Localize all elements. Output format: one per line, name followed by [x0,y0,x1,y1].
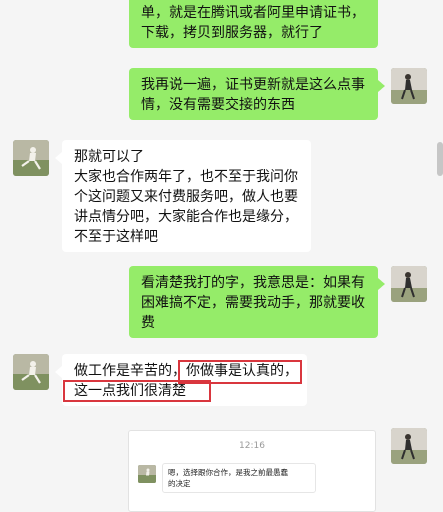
message-text-line: 情，没有需要交接的东西 [141,97,295,113]
my-avatar[interactable] [391,266,427,302]
message-text-line: 个这问题又来付费服务吧，做人也要 [74,189,298,205]
received-message-bubble[interactable]: 做工作是辛苦的，你做事是认真的， 这一点我们很清楚 [62,354,307,406]
my-avatar[interactable] [391,68,427,104]
message-text-line: 单，就是在腾讯或者阿里申请证书， [141,5,365,21]
bubble-tail [378,278,385,290]
message-text-line: 的决定 [168,479,191,488]
message-text-line: 下载，拷贝到服务器，就行了 [141,25,323,41]
contact-avatar[interactable] [13,140,49,176]
message-text-line: 费 [141,315,155,331]
avatar-photo-icon [138,465,156,483]
quoted-chat-card[interactable]: 12:16 嗯，选择跟你合作，是我之前最愚蠢 的决定 [128,430,376,512]
message-text-line: 大家也合作两年了，也不至于我问你 [74,169,298,185]
message-text-line: 看清楚我打的字，我意思是：如果有 [141,275,365,291]
message-timestamp: 12:16 [239,441,265,451]
message-text-line: 不至于这样吧 [74,229,158,245]
message-text-line: 困难搞不定，需要我动手，那就要收 [141,295,365,311]
avatar-photo-icon [13,140,49,176]
message-text-line: 这一点我们很清楚 [74,383,186,399]
message-text-line: 讲点情分吧，大家能合作也是缘分， [74,209,298,225]
received-message-bubble[interactable]: 那就可以了 大家也合作两年了，也不至于我问你 个这问题又来付费服务吧，做人也要 … [62,140,311,252]
received-message-bubble: 嗯，选择跟你合作，是我之前最愚蠢 的决定 [162,463,316,493]
scrollbar-thumb[interactable] [437,142,443,176]
bubble-tail [55,152,62,164]
message-text-line: 那就可以了 [74,149,144,165]
contact-avatar [138,465,156,483]
sent-message-bubble[interactable]: 看清楚我打的字，我意思是：如果有 困难搞不定，需要我动手，那就要收 费 [129,266,378,338]
my-avatar[interactable] [391,428,427,464]
avatar-photo-icon [391,428,427,464]
avatar-photo-icon [391,68,427,104]
message-text-line: 做工作是辛苦的，你做事是认真的， [74,363,298,379]
bubble-tail [378,80,385,92]
contact-avatar[interactable] [13,354,49,390]
sent-message-bubble[interactable]: 我再说一遍，证书更新就是这么点事 情，没有需要交接的东西 [129,68,378,120]
avatar-photo-icon [13,354,49,390]
message-text-line: 嗯，选择跟你合作，是我之前最愚蠢 [168,468,288,477]
sent-message-bubble[interactable]: 单，就是在腾讯或者阿里申请证书， 下载，拷贝到服务器，就行了 [129,0,378,48]
bubble-tail [55,366,62,378]
avatar-photo-icon [391,266,427,302]
message-text-line: 我再说一遍，证书更新就是这么点事 [141,77,365,93]
